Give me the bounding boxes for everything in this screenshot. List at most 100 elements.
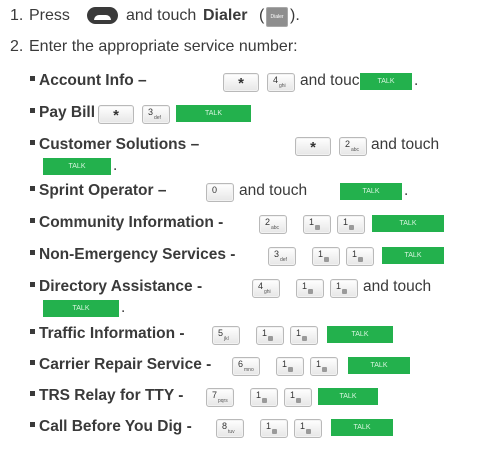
key-digit: 7 [212, 390, 218, 400]
voicemail-icon [349, 225, 354, 230]
separator: - [230, 246, 236, 263]
digit-key-6: 6 mno [232, 357, 260, 376]
key-digit: 5 [218, 328, 224, 338]
period-text: . [414, 72, 419, 89]
key-digit: 4 [258, 281, 264, 291]
voicemail-icon [306, 429, 311, 434]
service-title: Sprint Operator [39, 182, 154, 199]
service-title: Call Before You Dig [39, 418, 183, 435]
digit-key-1: 1 [290, 326, 318, 345]
list-item: Pay Bill - [30, 104, 104, 122]
list-item: Customer Solutions – [30, 136, 199, 154]
voicemail-icon [272, 429, 277, 434]
talk-key-icon [87, 7, 118, 24]
list-item: Sprint Operator – [30, 182, 166, 200]
dialer-app-icon: Dialer [266, 7, 288, 27]
separator: – [138, 72, 147, 89]
digit-key-1: 1 [346, 247, 374, 266]
digit-key-8: 8 tuv [216, 419, 244, 438]
bullet-square-icon [30, 140, 35, 146]
voicemail-icon [342, 289, 347, 294]
key-digit: 2 [345, 139, 351, 149]
bullet-square-icon [30, 218, 35, 224]
digit-key-0: 0 [206, 183, 234, 202]
key-digit: 2 [265, 217, 271, 227]
key-digit: 1 [282, 359, 288, 369]
period-text: . [121, 299, 126, 316]
key-letters: ghi [264, 289, 271, 295]
bullet-square-icon [30, 329, 35, 335]
key-digit: 1 [318, 249, 324, 259]
digit-key-5: 5 jkl [212, 326, 240, 345]
list-item: Directory Assistance - [30, 278, 202, 296]
separator: - [206, 356, 212, 373]
star-key-icon: * [98, 105, 134, 124]
key-letters: abc [351, 147, 360, 153]
period-text: . [113, 157, 118, 174]
digit-key-1: 1 [256, 326, 284, 345]
voicemail-icon [322, 367, 327, 372]
key-letters: def [154, 115, 161, 121]
digit-key-2: 2 abc [259, 215, 287, 234]
service-title: Carrier Repair Service [39, 356, 202, 373]
key-digit: 1 [302, 281, 308, 291]
digit-key-1: 1 [337, 215, 365, 234]
key-digit: 1 [343, 217, 349, 227]
key-digit: 1 [352, 249, 358, 259]
voicemail-icon [308, 289, 313, 294]
step-1-open-paren: ( [259, 7, 265, 24]
separator: - [196, 278, 203, 295]
key-digit: 1 [316, 359, 322, 369]
talk-button-icon: TALK [382, 247, 444, 264]
list-item: Account Info – [30, 72, 147, 90]
separator: - [218, 214, 224, 231]
separator: – [190, 136, 200, 153]
service-title: Pay Bill [39, 104, 95, 121]
key-letters: pqrs [218, 398, 228, 404]
voicemail-icon [358, 257, 363, 262]
key-digit: 0 [212, 185, 218, 195]
separator: - [178, 387, 184, 404]
bullet-square-icon [30, 360, 35, 366]
service-title: Directory Assistance [39, 278, 193, 295]
and-touch-text: and touch [300, 72, 369, 89]
talk-button-icon: TALK [331, 419, 393, 436]
bullet-square-icon [30, 282, 35, 288]
talk-button-icon: TALK [348, 357, 410, 374]
bullet-square-icon [30, 76, 35, 82]
service-title: Traffic Information [39, 325, 176, 342]
voicemail-icon [296, 398, 301, 403]
service-title: Customer Solutions [39, 136, 187, 153]
service-title: Community Information [39, 214, 214, 231]
separator: - [186, 418, 192, 435]
digit-key-1: 1 [330, 279, 358, 298]
key-digit: 8 [222, 421, 228, 431]
list-item: Traffic Information - [30, 325, 185, 343]
service-title: Account Info [39, 72, 134, 89]
digit-key-1: 1 [294, 419, 322, 438]
step-1-press-text: Press [29, 7, 70, 24]
step-2-number: 2. [10, 38, 24, 55]
digit-key-1: 1 [276, 357, 304, 376]
talk-button-icon: TALK [327, 326, 393, 343]
step-1-and-touch-text: and touch [126, 7, 197, 24]
voicemail-icon [268, 336, 273, 341]
star-key-icon: * [295, 137, 331, 156]
step-1-dialer-text: Dialer [203, 7, 248, 24]
digit-key-4: 4 ghi [267, 73, 295, 92]
digit-key-3: 3 def [142, 105, 170, 124]
and-touch-text: and touch [363, 278, 432, 295]
key-digit: 1 [309, 217, 315, 227]
bullet-square-icon [30, 186, 35, 192]
key-digit: 3 [148, 107, 154, 117]
key-digit: 1 [300, 421, 306, 431]
digit-key-4: 4 ghi [252, 279, 280, 298]
key-digit: 4 [273, 75, 279, 85]
list-item: Community Information - [30, 214, 223, 232]
bullet-square-icon [30, 422, 35, 428]
service-title: Non-Emergency Services [39, 246, 226, 263]
key-digit: 1 [256, 390, 262, 400]
list-item: Carrier Repair Service - [30, 356, 211, 374]
voicemail-icon [288, 367, 293, 372]
and-touch-text: and touch [239, 182, 308, 199]
